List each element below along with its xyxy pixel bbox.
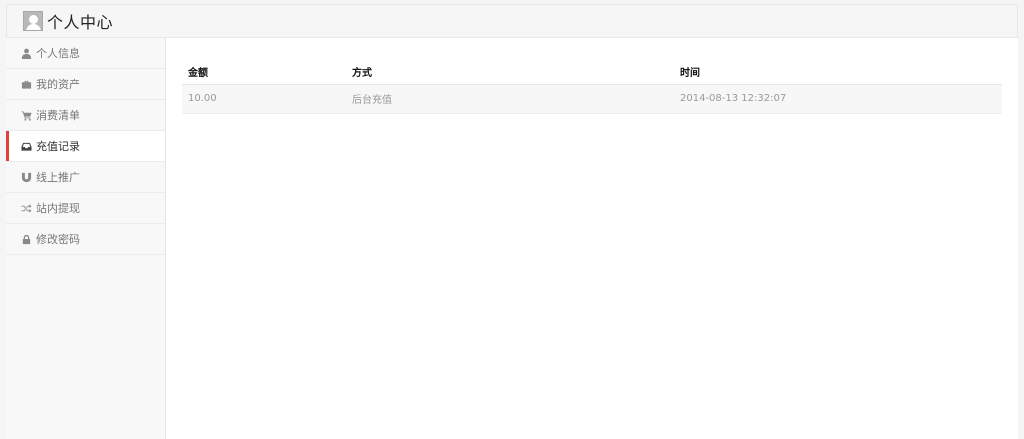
- briefcase-icon: [20, 78, 32, 90]
- sidebar-item-label: 站内提现: [36, 202, 80, 215]
- sidebar-item-label: 充值记录: [36, 140, 80, 153]
- cell-amount: 10.00: [182, 84, 346, 114]
- shuffle-icon: [20, 202, 32, 214]
- lock-icon: [20, 233, 32, 245]
- sidebar-item-profile[interactable]: 个人信息: [6, 38, 165, 69]
- inbox-icon: [20, 140, 32, 152]
- sidebar-item-assets[interactable]: 我的资产: [6, 69, 165, 100]
- sidebar-item-label: 个人信息: [36, 47, 80, 60]
- sidebar-item-recharge-records[interactable]: 充值记录: [6, 131, 165, 162]
- sidebar-item-label: 消费清单: [36, 109, 80, 122]
- user-icon: [20, 47, 32, 59]
- user-avatar-icon: [23, 11, 43, 31]
- sidebar-item-label: 我的资产: [36, 78, 80, 91]
- column-header-time: 时间: [674, 60, 1002, 85]
- cell-method: 后台充值: [346, 84, 674, 114]
- column-header-method: 方式: [346, 60, 674, 85]
- sidebar-nav: 个人信息 我的资产 消费清单 充值记录 线上推广 站内提现 修改密码: [6, 38, 166, 439]
- sidebar-item-withdraw[interactable]: 站内提现: [6, 193, 165, 224]
- cart-icon: [20, 109, 32, 121]
- sidebar-item-purchases[interactable]: 消费清单: [6, 100, 165, 131]
- sidebar-item-label: 修改密码: [36, 233, 80, 246]
- sidebar-item-label: 线上推广: [36, 171, 80, 184]
- table-header-row: 金额 方式 时间: [182, 60, 1002, 85]
- page-title: 个人中心: [47, 13, 114, 32]
- cell-time: 2014-08-13 12:32:07: [674, 84, 1002, 114]
- sidebar-item-promotion[interactable]: 线上推广: [6, 162, 165, 193]
- sidebar-item-change-password[interactable]: 修改密码: [6, 224, 165, 255]
- main-content: 金额 方式 时间 10.00 后台充值 2014-08-13 12:32:07: [166, 38, 1018, 439]
- table-row: 10.00 后台充值 2014-08-13 12:32:07: [182, 84, 1002, 114]
- recharge-records-table: 金额 方式 时间 10.00 后台充值 2014-08-13 12:32:07: [182, 60, 1002, 114]
- page-header: 个人中心: [6, 4, 1018, 38]
- column-header-amount: 金额: [182, 60, 346, 85]
- magnet-icon: [20, 171, 32, 183]
